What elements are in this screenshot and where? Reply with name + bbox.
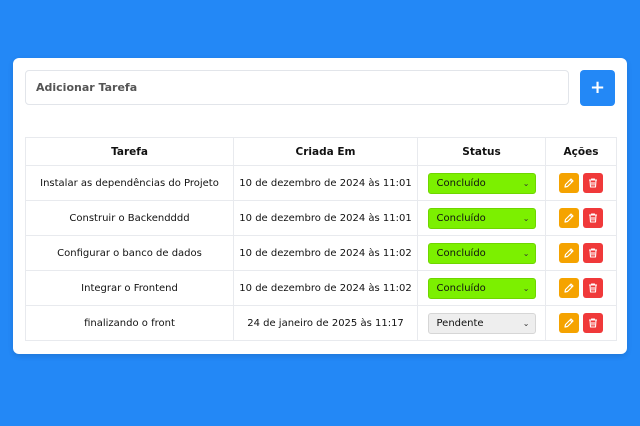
header-tarefa: Tarefa <box>25 137 234 166</box>
task-created-at: 10 de dezembro de 2024 às 11:02 <box>233 270 418 306</box>
task-created-at: 10 de dezembro de 2024 às 11:01 <box>233 200 418 236</box>
table-row: Instalar as dependências do Projeto 10 d… <box>25 165 617 201</box>
delete-button[interactable] <box>583 208 603 228</box>
task-input[interactable]: Adicionar Tarefa <box>25 70 569 105</box>
task-created-at: 24 de janeiro de 2025 às 11:17 <box>233 305 418 341</box>
table-row: Configurar o banco de dados 10 de dezemb… <box>25 235 617 271</box>
delete-button[interactable] <box>583 173 603 193</box>
trash-icon <box>589 178 597 188</box>
edit-button[interactable] <box>559 243 579 263</box>
status-select[interactable]: Concluído ⌄ <box>427 277 536 299</box>
chevron-down-icon: ⌄ <box>522 178 530 188</box>
status-value: Concluído <box>436 247 486 259</box>
status-select[interactable]: Pendente ⌄ <box>427 312 536 334</box>
pencil-icon <box>564 318 574 328</box>
task-created-at: 10 de dezembro de 2024 às 11:02 <box>233 235 418 271</box>
pencil-icon <box>564 178 574 188</box>
plus-icon: + <box>589 77 606 98</box>
delete-button[interactable] <box>583 243 603 263</box>
add-task-button[interactable]: + <box>580 70 615 106</box>
status-value: Concluído <box>436 212 486 224</box>
table-header-row: Tarefa Criada Em Status Ações <box>25 137 617 166</box>
edit-button[interactable] <box>559 313 579 333</box>
header-status: Status <box>417 137 546 166</box>
status-select[interactable]: Concluído ⌄ <box>427 242 536 264</box>
trash-icon <box>589 248 597 258</box>
header-acoes: Ações <box>545 137 617 166</box>
delete-button[interactable] <box>583 313 603 333</box>
task-name: Instalar as dependências do Projeto <box>25 165 234 201</box>
status-value: Concluído <box>436 177 486 189</box>
status-select[interactable]: Concluído ⌄ <box>427 207 536 229</box>
task-input-placeholder: Adicionar Tarefa <box>36 81 138 94</box>
task-created-at: 10 de dezembro de 2024 às 11:01 <box>233 165 418 201</box>
chevron-down-icon: ⌄ <box>522 248 530 258</box>
status-select[interactable]: Concluído ⌄ <box>427 172 536 194</box>
edit-button[interactable] <box>559 278 579 298</box>
task-name: Configurar o banco de dados <box>25 235 234 271</box>
table-row: Construir o Backendddd 10 de dezembro de… <box>25 200 617 236</box>
tasks-table: Tarefa Criada Em Status Ações Instalar a… <box>25 137 617 341</box>
status-value: Pendente <box>436 317 484 329</box>
task-name: finalizando o front <box>25 305 234 341</box>
chevron-down-icon: ⌄ <box>522 283 530 293</box>
header-criada-em: Criada Em <box>233 137 418 166</box>
edit-button[interactable] <box>559 208 579 228</box>
task-name: Construir o Backendddd <box>25 200 234 236</box>
edit-button[interactable] <box>559 173 579 193</box>
trash-icon <box>589 318 597 328</box>
trash-icon <box>589 283 597 293</box>
pencil-icon <box>564 283 574 293</box>
table-row: Integrar o Frontend 10 de dezembro de 20… <box>25 270 617 306</box>
chevron-down-icon: ⌄ <box>522 318 530 328</box>
pencil-icon <box>564 248 574 258</box>
chevron-down-icon: ⌄ <box>522 213 530 223</box>
pencil-icon <box>564 213 574 223</box>
task-card: Adicionar Tarefa + Tarefa Criada Em Stat… <box>13 58 627 354</box>
trash-icon <box>589 213 597 223</box>
delete-button[interactable] <box>583 278 603 298</box>
table-row: finalizando o front 24 de janeiro de 202… <box>25 305 617 341</box>
task-name: Integrar o Frontend <box>25 270 234 306</box>
status-value: Concluído <box>436 282 486 294</box>
